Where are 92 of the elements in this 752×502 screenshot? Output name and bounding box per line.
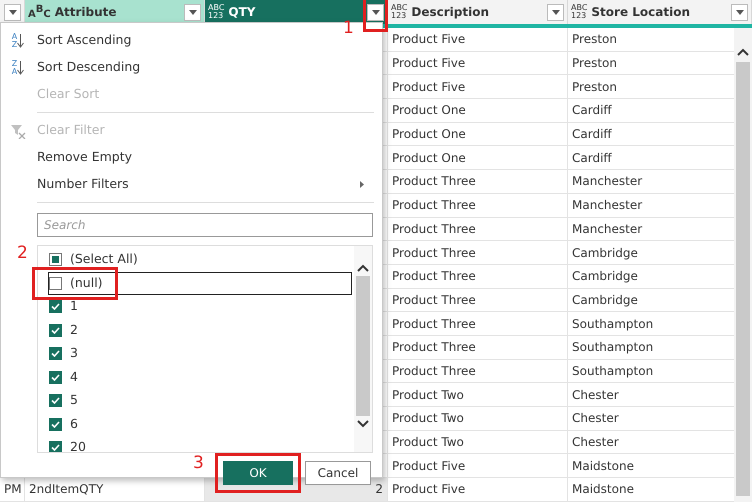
list-scrollbar[interactable] <box>354 246 372 452</box>
submenu-arrow-icon <box>360 181 364 188</box>
table-cell-text: Cambridge <box>572 244 638 262</box>
checklist-item[interactable]: 1 <box>48 295 352 318</box>
checkbox[interactable] <box>49 253 62 266</box>
table-cell-text: 2 <box>375 481 383 498</box>
column-header: ABC Attribute <box>25 0 205 24</box>
search-field[interactable]: Search <box>37 213 373 237</box>
checklist-item[interactable]: (null) <box>48 272 352 295</box>
table-cell-text: Cardiff <box>572 102 612 120</box>
checklist-item[interactable]: 20 <box>48 436 352 452</box>
row-label: PM <box>4 481 22 498</box>
table-cell-text: Product Five <box>392 481 466 498</box>
table-cell-text: Product Three <box>392 268 476 286</box>
checkbox[interactable] <box>49 394 62 408</box>
table-cell-text: Product Three <box>392 220 476 238</box>
table-cell-text: Cambridge <box>572 292 638 309</box>
column-dropdown-button[interactable] <box>4 4 21 20</box>
table-cell-text: Product Three <box>392 316 476 333</box>
checklist-item[interactable]: 3 <box>48 342 352 366</box>
table-cell-text: Product One <box>392 126 466 144</box>
table-cell-text: Product Two <box>392 434 464 452</box>
step-number: 2 <box>17 244 28 262</box>
scroll-up-icon[interactable] <box>737 48 749 56</box>
type-icon: ABC 123 <box>208 4 224 20</box>
table-cell-text: Maidstone <box>572 458 634 475</box>
checkbox[interactable] <box>49 276 62 290</box>
checklist-item[interactable]: 2 <box>48 318 352 342</box>
column-dropdown-button[interactable] <box>184 4 201 20</box>
checkbox[interactable] <box>49 370 62 384</box>
table-cell-text: Product Three <box>392 197 476 214</box>
table-cell-text: Cardiff <box>572 126 612 144</box>
menu-item[interactable]: Remove Empty <box>9 144 374 171</box>
caret-icon <box>552 10 560 14</box>
table-cell-text: Product Five <box>392 458 466 475</box>
table-cell-text: Product Three <box>392 362 476 380</box>
table-cell-text: Manchester <box>572 197 642 214</box>
scrollbar[interactable] <box>734 28 752 502</box>
table-cell-text: Chester <box>572 434 619 452</box>
checkbox[interactable] <box>49 347 62 360</box>
table-cell-text: Cardiff <box>572 150 612 167</box>
table-cell-text: Product One <box>392 150 466 167</box>
table-cell-text: Product Five <box>392 78 466 96</box>
table-cell-text: Product Two <box>392 410 464 428</box>
table-cell-text: Product Two <box>392 386 464 404</box>
table-cell-text: Preston <box>572 78 617 96</box>
scroll-up-icon[interactable] <box>357 264 369 272</box>
table-cell-text: Chester <box>572 386 619 404</box>
table-cell-text: Manchester <box>572 220 642 238</box>
table-cell-text: Product Three <box>392 173 476 190</box>
table-cell-text: Preston <box>572 55 617 72</box>
table-cell-text: Manchester <box>572 173 642 190</box>
checkbox[interactable] <box>49 300 62 314</box>
ok-button[interactable]: OK <box>223 461 293 485</box>
checkbox[interactable] <box>49 441 62 452</box>
menu-item[interactable]: Number Filters <box>9 171 374 198</box>
type-icon: ABC 123 <box>571 4 588 20</box>
menu-item[interactable]: Z A Sort Descending <box>9 54 374 81</box>
type-icon: ABC 123 <box>391 4 408 20</box>
type-icon: ABC <box>28 6 51 18</box>
column-dropdown-button[interactable] <box>731 4 748 20</box>
checklist-item[interactable]: 5 <box>48 389 352 412</box>
caret-icon <box>736 10 744 14</box>
table-cell-text: Product Five <box>392 31 466 48</box>
table-cell-text: Southampton <box>572 339 654 356</box>
table-cell-text: Product Three <box>392 339 476 356</box>
scroll-down-icon[interactable] <box>357 420 369 428</box>
table-cell-text: Maidstone <box>572 481 634 498</box>
table-cell-text: Chester <box>572 410 619 428</box>
table-cell-text: Product Five <box>392 55 466 72</box>
checklist-item[interactable]: 6 <box>48 412 352 436</box>
table-cell-text: 2ndItemQTY <box>29 481 104 498</box>
clear-filter-icon <box>10 122 26 138</box>
cancel-button[interactable]: Cancel <box>305 461 371 485</box>
table-cell-text: Preston <box>572 31 617 48</box>
caret-icon <box>372 10 380 14</box>
table-cell-text: Cambridge <box>572 268 638 286</box>
checkbox[interactable] <box>49 324 62 337</box>
table-cell-text: Southampton <box>572 362 654 380</box>
table-cell-text: Southampton <box>572 316 654 333</box>
column-dropdown-button[interactable] <box>367 4 384 20</box>
select-all-item[interactable]: (Select All) <box>48 248 352 272</box>
table-cell-text: Product Three <box>392 244 476 262</box>
step-number: 3 <box>193 455 204 472</box>
table-cell-text: Product One <box>392 102 466 120</box>
caret-icon <box>188 10 196 14</box>
checkbox[interactable] <box>49 418 62 431</box>
table-cell-text: Product Three <box>392 292 476 309</box>
column-dropdown-button[interactable] <box>547 4 564 20</box>
checklist-item[interactable]: 4 <box>48 366 352 389</box>
highlight-box <box>363 0 388 32</box>
caret-icon <box>8 10 16 14</box>
